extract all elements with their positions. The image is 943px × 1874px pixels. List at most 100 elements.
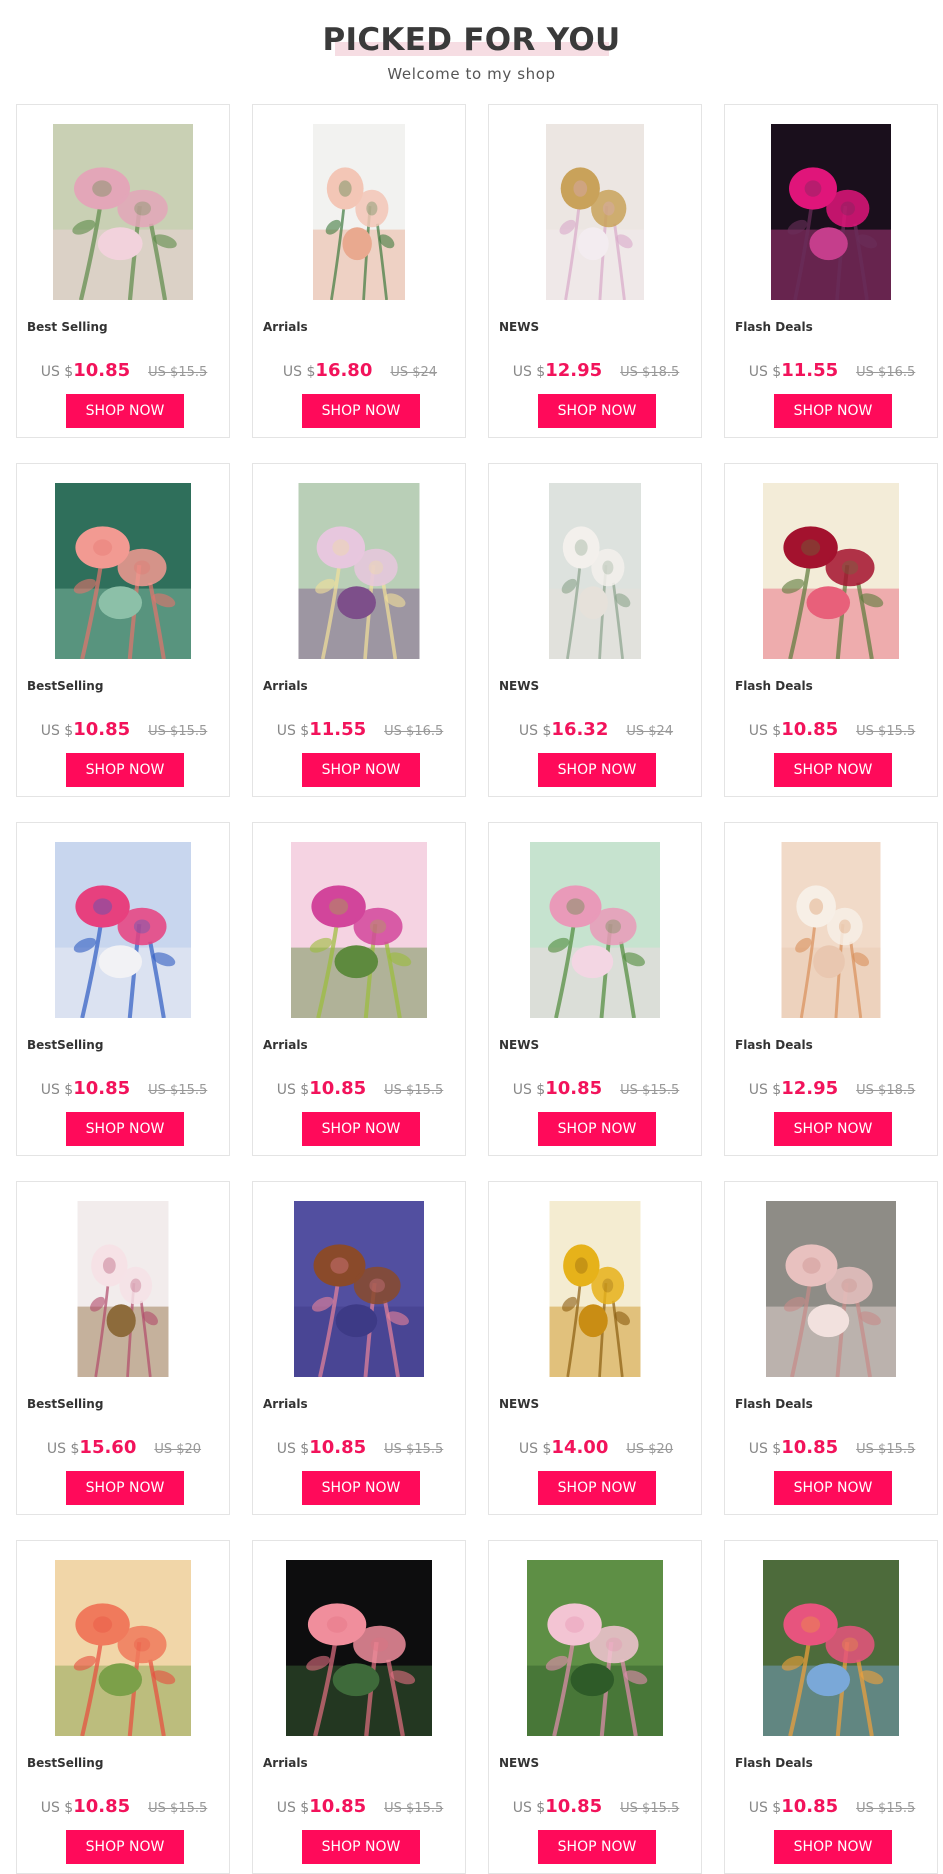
product-image-dewy-pink-rose[interactable] xyxy=(286,1560,432,1736)
sale-price: 11.55 xyxy=(781,360,839,381)
shop-now-button[interactable]: SHOP NOW xyxy=(66,1471,184,1505)
product-card[interactable]: Flash Deals US $10.85 US $15.5 SHOP NOW xyxy=(724,1540,938,1874)
shop-now-button[interactable]: SHOP NOW xyxy=(66,394,184,428)
product-card[interactable]: Flash Deals US $10.85 US $15.5 SHOP NOW xyxy=(724,1181,938,1515)
price-row: US $10.85 US $15.5 xyxy=(17,719,231,740)
shop-now-button[interactable]: SHOP NOW xyxy=(538,1471,656,1505)
shop-now-button[interactable]: SHOP NOW xyxy=(774,394,892,428)
product-tag: NEWS xyxy=(499,1397,540,1411)
product-image-white-roses[interactable] xyxy=(549,483,641,659)
product-image-flower-cross[interactable] xyxy=(294,1201,424,1377)
original-price: US $15.5 xyxy=(856,1801,916,1816)
product-card[interactable]: BestSelling US $15.60 US $20 SHOP NOW xyxy=(16,1181,230,1515)
shop-now-button[interactable]: SHOP NOW xyxy=(774,1471,892,1505)
currency-prefix: US $ xyxy=(748,723,782,739)
original-price: US $18.5 xyxy=(620,365,680,380)
product-image-red-roses[interactable] xyxy=(763,483,899,659)
product-image-orchids-with-butterflies[interactable] xyxy=(291,842,427,1018)
shop-now-button[interactable]: SHOP NOW xyxy=(66,1830,184,1864)
sale-price: 10.85 xyxy=(781,1796,839,1817)
original-price: US $15.5 xyxy=(384,1442,444,1457)
sale-price: 16.80 xyxy=(315,360,373,381)
product-image-pink-roses-garden[interactable] xyxy=(530,842,660,1018)
original-price: US $20 xyxy=(154,1442,202,1457)
sale-price: 12.95 xyxy=(781,1078,839,1099)
product-tag: Arrials xyxy=(263,320,308,334)
product-image-blue-pink-flowers-butterfly[interactable] xyxy=(55,842,191,1018)
shop-now-button[interactable]: SHOP NOW xyxy=(538,1112,656,1146)
product-card[interactable]: Flash Deals US $11.55 US $16.5 SHOP NOW xyxy=(724,104,938,438)
price-row: US $11.55 US $16.5 xyxy=(725,360,939,381)
shop-now-button[interactable]: SHOP NOW xyxy=(538,753,656,787)
original-price: US $15.5 xyxy=(384,1083,444,1098)
currency-prefix: US $ xyxy=(748,1800,782,1816)
shop-now-button[interactable]: SHOP NOW xyxy=(302,1830,420,1864)
product-card[interactable]: Arrials US $10.85 US $15.5 SHOP NOW xyxy=(252,1540,466,1874)
product-tag: Flash Deals xyxy=(735,1038,813,1052)
product-image-pink-peony-bouquet[interactable] xyxy=(53,124,193,300)
shop-now-button[interactable]: SHOP NOW xyxy=(66,1112,184,1146)
sale-price: 10.85 xyxy=(73,360,131,381)
product-card[interactable]: NEWS US $14.00 US $20 SHOP NOW xyxy=(488,1181,702,1515)
shop-now-button[interactable]: SHOP NOW xyxy=(302,1112,420,1146)
product-image-orange-rose[interactable] xyxy=(55,1560,191,1736)
shop-now-button[interactable]: SHOP NOW xyxy=(538,1830,656,1864)
shop-now-button[interactable]: SHOP NOW xyxy=(774,1830,892,1864)
price-row: US $14.00 US $20 xyxy=(489,1437,703,1458)
product-card[interactable]: Best Selling US $10.85 US $15.5 SHOP NOW xyxy=(16,104,230,438)
product-tag: Flash Deals xyxy=(735,1397,813,1411)
product-image-dandelion-spheres[interactable] xyxy=(763,1560,899,1736)
product-card[interactable]: NEWS US $16.32 US $24 SHOP NOW xyxy=(488,463,702,797)
price-row: US $10.85 US $15.5 xyxy=(489,1796,703,1817)
product-image-golden-tulips[interactable] xyxy=(546,124,644,300)
product-image-rose-under-glass-dome[interactable] xyxy=(771,124,891,300)
sale-price: 10.85 xyxy=(781,1437,839,1458)
shop-now-button[interactable]: SHOP NOW xyxy=(302,1471,420,1505)
product-card[interactable]: NEWS US $12.95 US $18.5 SHOP NOW xyxy=(488,104,702,438)
product-card[interactable]: NEWS US $10.85 US $15.5 SHOP NOW xyxy=(488,822,702,1156)
product-card[interactable]: NEWS US $10.85 US $15.5 SHOP NOW xyxy=(488,1540,702,1874)
shop-now-button[interactable]: SHOP NOW xyxy=(302,394,420,428)
currency-prefix: US $ xyxy=(276,1800,310,1816)
product-image-white-magnolia-pearls[interactable] xyxy=(77,1201,169,1377)
product-card[interactable]: Arrials US $11.55 US $16.5 SHOP NOW xyxy=(252,463,466,797)
original-price: US $20 xyxy=(626,1442,674,1457)
original-price: US $15.5 xyxy=(384,1801,444,1816)
product-image-cream-lilies[interactable] xyxy=(781,842,881,1018)
product-card[interactable]: BestSelling US $10.85 US $15.5 SHOP NOW xyxy=(16,463,230,797)
product-card[interactable]: Arrials US $10.85 US $15.5 SHOP NOW xyxy=(252,822,466,1156)
original-price: US $15.5 xyxy=(148,1083,208,1098)
product-image-pink-iris[interactable] xyxy=(766,1201,896,1377)
shop-now-button[interactable]: SHOP NOW xyxy=(774,753,892,787)
original-price: US $15.5 xyxy=(620,1801,680,1816)
product-card[interactable]: BestSelling US $10.85 US $15.5 SHOP NOW xyxy=(16,822,230,1156)
product-card[interactable]: BestSelling US $10.85 US $15.5 SHOP NOW xyxy=(16,1540,230,1874)
sale-price: 10.85 xyxy=(73,719,131,740)
currency-prefix: US $ xyxy=(40,723,74,739)
product-card[interactable]: Flash Deals US $10.85 US $15.5 SHOP NOW xyxy=(724,463,938,797)
product-card[interactable]: Arrials US $16.80 US $24 SHOP NOW xyxy=(252,104,466,438)
sale-price: 10.85 xyxy=(781,719,839,740)
original-price: US $24 xyxy=(390,365,438,380)
shop-now-button[interactable]: SHOP NOW xyxy=(66,753,184,787)
price-row: US $10.85 US $15.5 xyxy=(253,1796,467,1817)
product-tag: Arrials xyxy=(263,1397,308,1411)
product-image-golden-tree[interactable] xyxy=(549,1201,641,1377)
product-card[interactable]: Arrials US $10.85 US $15.5 SHOP NOW xyxy=(252,1181,466,1515)
product-image-pink-orchids[interactable] xyxy=(527,1560,663,1736)
sale-price: 16.32 xyxy=(551,719,609,740)
product-image-coral-rose-closeup[interactable] xyxy=(55,483,191,659)
shop-now-button[interactable]: SHOP NOW xyxy=(774,1112,892,1146)
product-card[interactable]: Flash Deals US $12.95 US $18.5 SHOP NOW xyxy=(724,822,938,1156)
sale-price: 10.85 xyxy=(73,1078,131,1099)
page-subtitle: Welcome to my shop xyxy=(387,65,556,83)
product-tag: Flash Deals xyxy=(735,679,813,693)
product-image-pastel-lilies[interactable] xyxy=(298,483,420,659)
shop-now-button[interactable]: SHOP NOW xyxy=(302,753,420,787)
currency-prefix: US $ xyxy=(512,1082,546,1098)
currency-prefix: US $ xyxy=(40,1800,74,1816)
product-image-peach-roses-on-white[interactable] xyxy=(313,124,405,300)
currency-prefix: US $ xyxy=(748,1441,782,1457)
original-price: US $15.5 xyxy=(620,1083,680,1098)
shop-now-button[interactable]: SHOP NOW xyxy=(538,394,656,428)
